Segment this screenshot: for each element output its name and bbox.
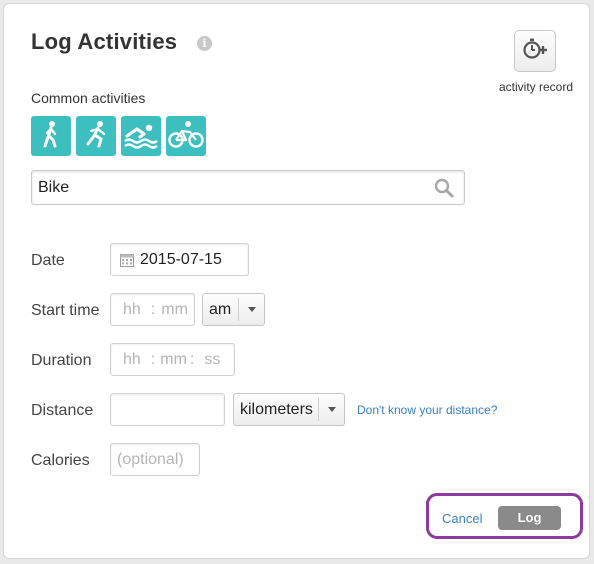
calendar-icon: [119, 252, 135, 268]
activity-record-button[interactable]: [514, 30, 556, 72]
cancel-button[interactable]: Cancel: [442, 511, 482, 526]
ampm-value: am: [209, 300, 232, 318]
duration-ss[interactable]: ss: [204, 351, 220, 369]
start-time-separator: :: [150, 300, 156, 318]
distance-input[interactable]: [110, 393, 225, 426]
stopwatch-plus-icon: [521, 35, 549, 68]
start-time-mm[interactable]: mm: [161, 301, 188, 319]
duration-separator-1: :: [150, 350, 156, 368]
ampm-select[interactable]: am: [202, 293, 265, 326]
distance-unit-select[interactable]: kilometers: [233, 393, 345, 426]
duration-label: Duration: [31, 352, 92, 369]
activity-search-box: [31, 170, 465, 205]
calories-input[interactable]: (optional): [110, 443, 200, 476]
duration-field[interactable]: hh : mm : ss: [110, 343, 235, 376]
start-time-field[interactable]: hh : mm: [110, 293, 195, 326]
running-icon: [81, 119, 111, 154]
duration-hh[interactable]: hh: [123, 351, 141, 369]
search-icon[interactable]: [434, 178, 454, 203]
distance-unit-value: kilometers: [240, 400, 313, 418]
distance-help-link[interactable]: Don't know your distance?: [357, 403, 497, 417]
activity-record-label: activity record: [499, 80, 574, 94]
distance-label: Distance: [31, 402, 94, 419]
activity-swim-button[interactable]: [121, 116, 161, 156]
chevron-down-icon: [318, 398, 344, 421]
activity-bike-button[interactable]: [166, 116, 206, 156]
date-label: Date: [31, 252, 65, 269]
duration-mm[interactable]: mm: [160, 351, 187, 369]
calories-placeholder: (optional): [117, 450, 184, 468]
chevron-down-icon: [238, 298, 264, 321]
activity-search-input[interactable]: [38, 173, 418, 202]
log-button[interactable]: Log: [498, 506, 561, 530]
cycling-icon: [168, 119, 204, 154]
common-activities-list: [31, 116, 206, 156]
start-time-label: Start time: [31, 302, 100, 319]
duration-separator-2: :: [189, 350, 195, 368]
common-activities-label: Common activities: [31, 90, 146, 106]
date-value: 2015-07-15: [140, 250, 222, 268]
activity-walk-button[interactable]: [31, 116, 71, 156]
calories-label: Calories: [31, 452, 90, 469]
start-time-hh[interactable]: hh: [123, 301, 141, 319]
info-icon[interactable]: i: [197, 36, 212, 51]
walking-icon: [36, 119, 66, 154]
activity-run-button[interactable]: [76, 116, 116, 156]
page-title: Log Activities: [31, 29, 178, 54]
date-field[interactable]: 2015-07-15: [110, 243, 249, 276]
swimming-icon: [123, 119, 159, 154]
